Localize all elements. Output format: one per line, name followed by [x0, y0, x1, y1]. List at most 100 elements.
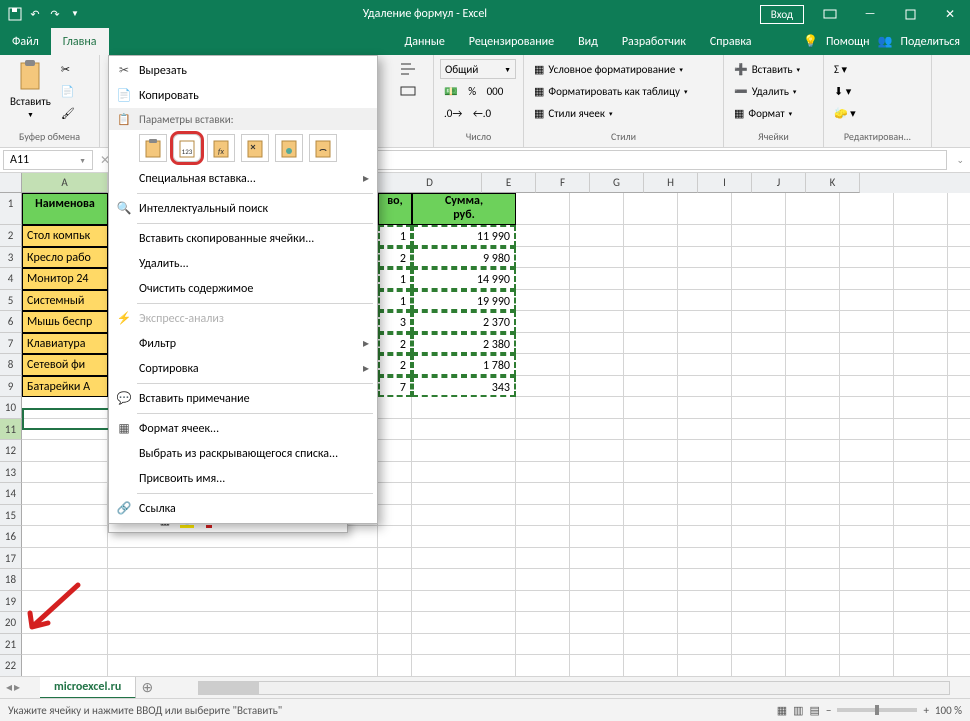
- ctx-define-name[interactable]: Присвоить имя...: [109, 466, 377, 491]
- cell-blank[interactable]: [22, 505, 108, 527]
- cell-blank[interactable]: [570, 193, 624, 225]
- cell-blank[interactable]: [516, 440, 570, 462]
- cell-blank[interactable]: [624, 193, 678, 225]
- cell-blank[interactable]: [840, 612, 894, 634]
- row-header-8[interactable]: 8: [0, 354, 22, 376]
- cell-blank[interactable]: [894, 268, 948, 290]
- paste-all-button[interactable]: [139, 134, 167, 162]
- cell-blank[interactable]: [840, 376, 894, 398]
- cell-blank[interactable]: [516, 397, 570, 419]
- col-header-D[interactable]: D: [378, 173, 482, 193]
- number-format-select[interactable]: Общий▼: [440, 59, 516, 79]
- cell-blank[interactable]: [22, 462, 108, 484]
- cell-blank[interactable]: [786, 462, 840, 484]
- cell-blank[interactable]: [840, 483, 894, 505]
- cell-blank[interactable]: [786, 311, 840, 333]
- cell-blank[interactable]: [570, 505, 624, 527]
- cell-blank[interactable]: [678, 333, 732, 355]
- cell-blank[interactable]: [516, 268, 570, 290]
- cell-blank[interactable]: [412, 397, 516, 419]
- cell-D9[interactable]: 343: [412, 376, 516, 398]
- cell-C7[interactable]: 2: [378, 333, 412, 355]
- cell-blank[interactable]: [786, 569, 840, 591]
- merge-icon[interactable]: [396, 81, 420, 101]
- cell-D4[interactable]: 14 990: [412, 268, 516, 290]
- redo-icon[interactable]: ↷: [46, 5, 64, 23]
- cell-blank[interactable]: [378, 569, 412, 591]
- paste-values-button[interactable]: 123: [173, 134, 201, 162]
- cell-blank[interactable]: [516, 311, 570, 333]
- cell-blank[interactable]: [378, 505, 412, 527]
- cell-blank[interactable]: [786, 290, 840, 312]
- expand-formula-icon[interactable]: ⌄: [950, 155, 970, 166]
- cell-blank[interactable]: [678, 483, 732, 505]
- cell-blank[interactable]: [624, 376, 678, 398]
- cell-styles-button[interactable]: ▦Стили ячеек▾: [530, 103, 691, 123]
- cell-blank[interactable]: [412, 612, 516, 634]
- wrap-text-icon[interactable]: [396, 59, 420, 79]
- cell-blank[interactable]: [570, 333, 624, 355]
- cell-blank[interactable]: [624, 268, 678, 290]
- row-header-22[interactable]: 22: [0, 655, 22, 677]
- cell-blank[interactable]: [948, 634, 970, 656]
- paste-formulas-button[interactable]: fx: [207, 134, 235, 162]
- cell-blank[interactable]: [840, 354, 894, 376]
- cell-blank[interactable]: [108, 634, 378, 656]
- row-header-20[interactable]: 20: [0, 612, 22, 634]
- cell-blank[interactable]: [840, 634, 894, 656]
- cell-blank[interactable]: [894, 505, 948, 527]
- cell-blank[interactable]: [22, 591, 108, 613]
- cell-blank[interactable]: [732, 247, 786, 269]
- login-button[interactable]: Вход: [760, 5, 804, 24]
- cell-blank[interactable]: [22, 548, 108, 570]
- tab-developer[interactable]: Разработчик: [610, 28, 698, 55]
- cell-blank[interactable]: [624, 247, 678, 269]
- cell-blank[interactable]: [624, 612, 678, 634]
- qat-dropdown-icon[interactable]: ▼: [66, 5, 84, 23]
- cell-blank[interactable]: [516, 419, 570, 441]
- cell-blank[interactable]: [412, 483, 516, 505]
- cell-blank[interactable]: [624, 569, 678, 591]
- cell-blank[interactable]: [840, 333, 894, 355]
- cell-blank[interactable]: [786, 225, 840, 247]
- row-header-18[interactable]: 18: [0, 569, 22, 591]
- cell-blank[interactable]: [516, 354, 570, 376]
- col-header-E[interactable]: E: [482, 173, 536, 193]
- row-header-12[interactable]: 12: [0, 440, 22, 462]
- cell-blank[interactable]: [570, 419, 624, 441]
- cell-blank[interactable]: [624, 419, 678, 441]
- row-header-7[interactable]: 7: [0, 333, 22, 355]
- cell-blank[interactable]: [732, 655, 786, 677]
- cell-blank[interactable]: [894, 440, 948, 462]
- cell-blank[interactable]: [948, 505, 970, 527]
- cell-blank[interactable]: [570, 462, 624, 484]
- row-header-13[interactable]: 13: [0, 462, 22, 484]
- ctx-format-cells[interactable]: ▦Формат ячеек...: [109, 416, 377, 441]
- cell-blank[interactable]: [948, 655, 970, 677]
- cell-blank[interactable]: [412, 440, 516, 462]
- cell-blank[interactable]: [840, 591, 894, 613]
- tab-file[interactable]: Файл: [0, 28, 51, 55]
- cell-blank[interactable]: [678, 505, 732, 527]
- col-header-H[interactable]: H: [644, 173, 698, 193]
- cell-blank[interactable]: [948, 526, 970, 548]
- cell-blank[interactable]: [624, 483, 678, 505]
- row-header-16[interactable]: 16: [0, 526, 22, 548]
- cell-blank[interactable]: [840, 440, 894, 462]
- cell-blank[interactable]: [948, 290, 970, 312]
- ctx-paste-special[interactable]: Специальная вставка...▸: [109, 166, 377, 191]
- cell-blank[interactable]: [894, 526, 948, 548]
- cell-D8[interactable]: 1 780: [412, 354, 516, 376]
- cell-blank[interactable]: [840, 526, 894, 548]
- undo-icon[interactable]: ↶: [26, 5, 44, 23]
- cell-blank[interactable]: [624, 333, 678, 355]
- cell-blank[interactable]: [108, 612, 378, 634]
- cell-blank[interactable]: [732, 483, 786, 505]
- cell-blank[interactable]: [412, 548, 516, 570]
- cell-blank[interactable]: [732, 462, 786, 484]
- ctx-delete[interactable]: Удалить...: [109, 251, 377, 276]
- cell-blank[interactable]: [678, 193, 732, 225]
- cell-blank[interactable]: [570, 569, 624, 591]
- cell-blank[interactable]: [948, 333, 970, 355]
- cell-blank[interactable]: [678, 376, 732, 398]
